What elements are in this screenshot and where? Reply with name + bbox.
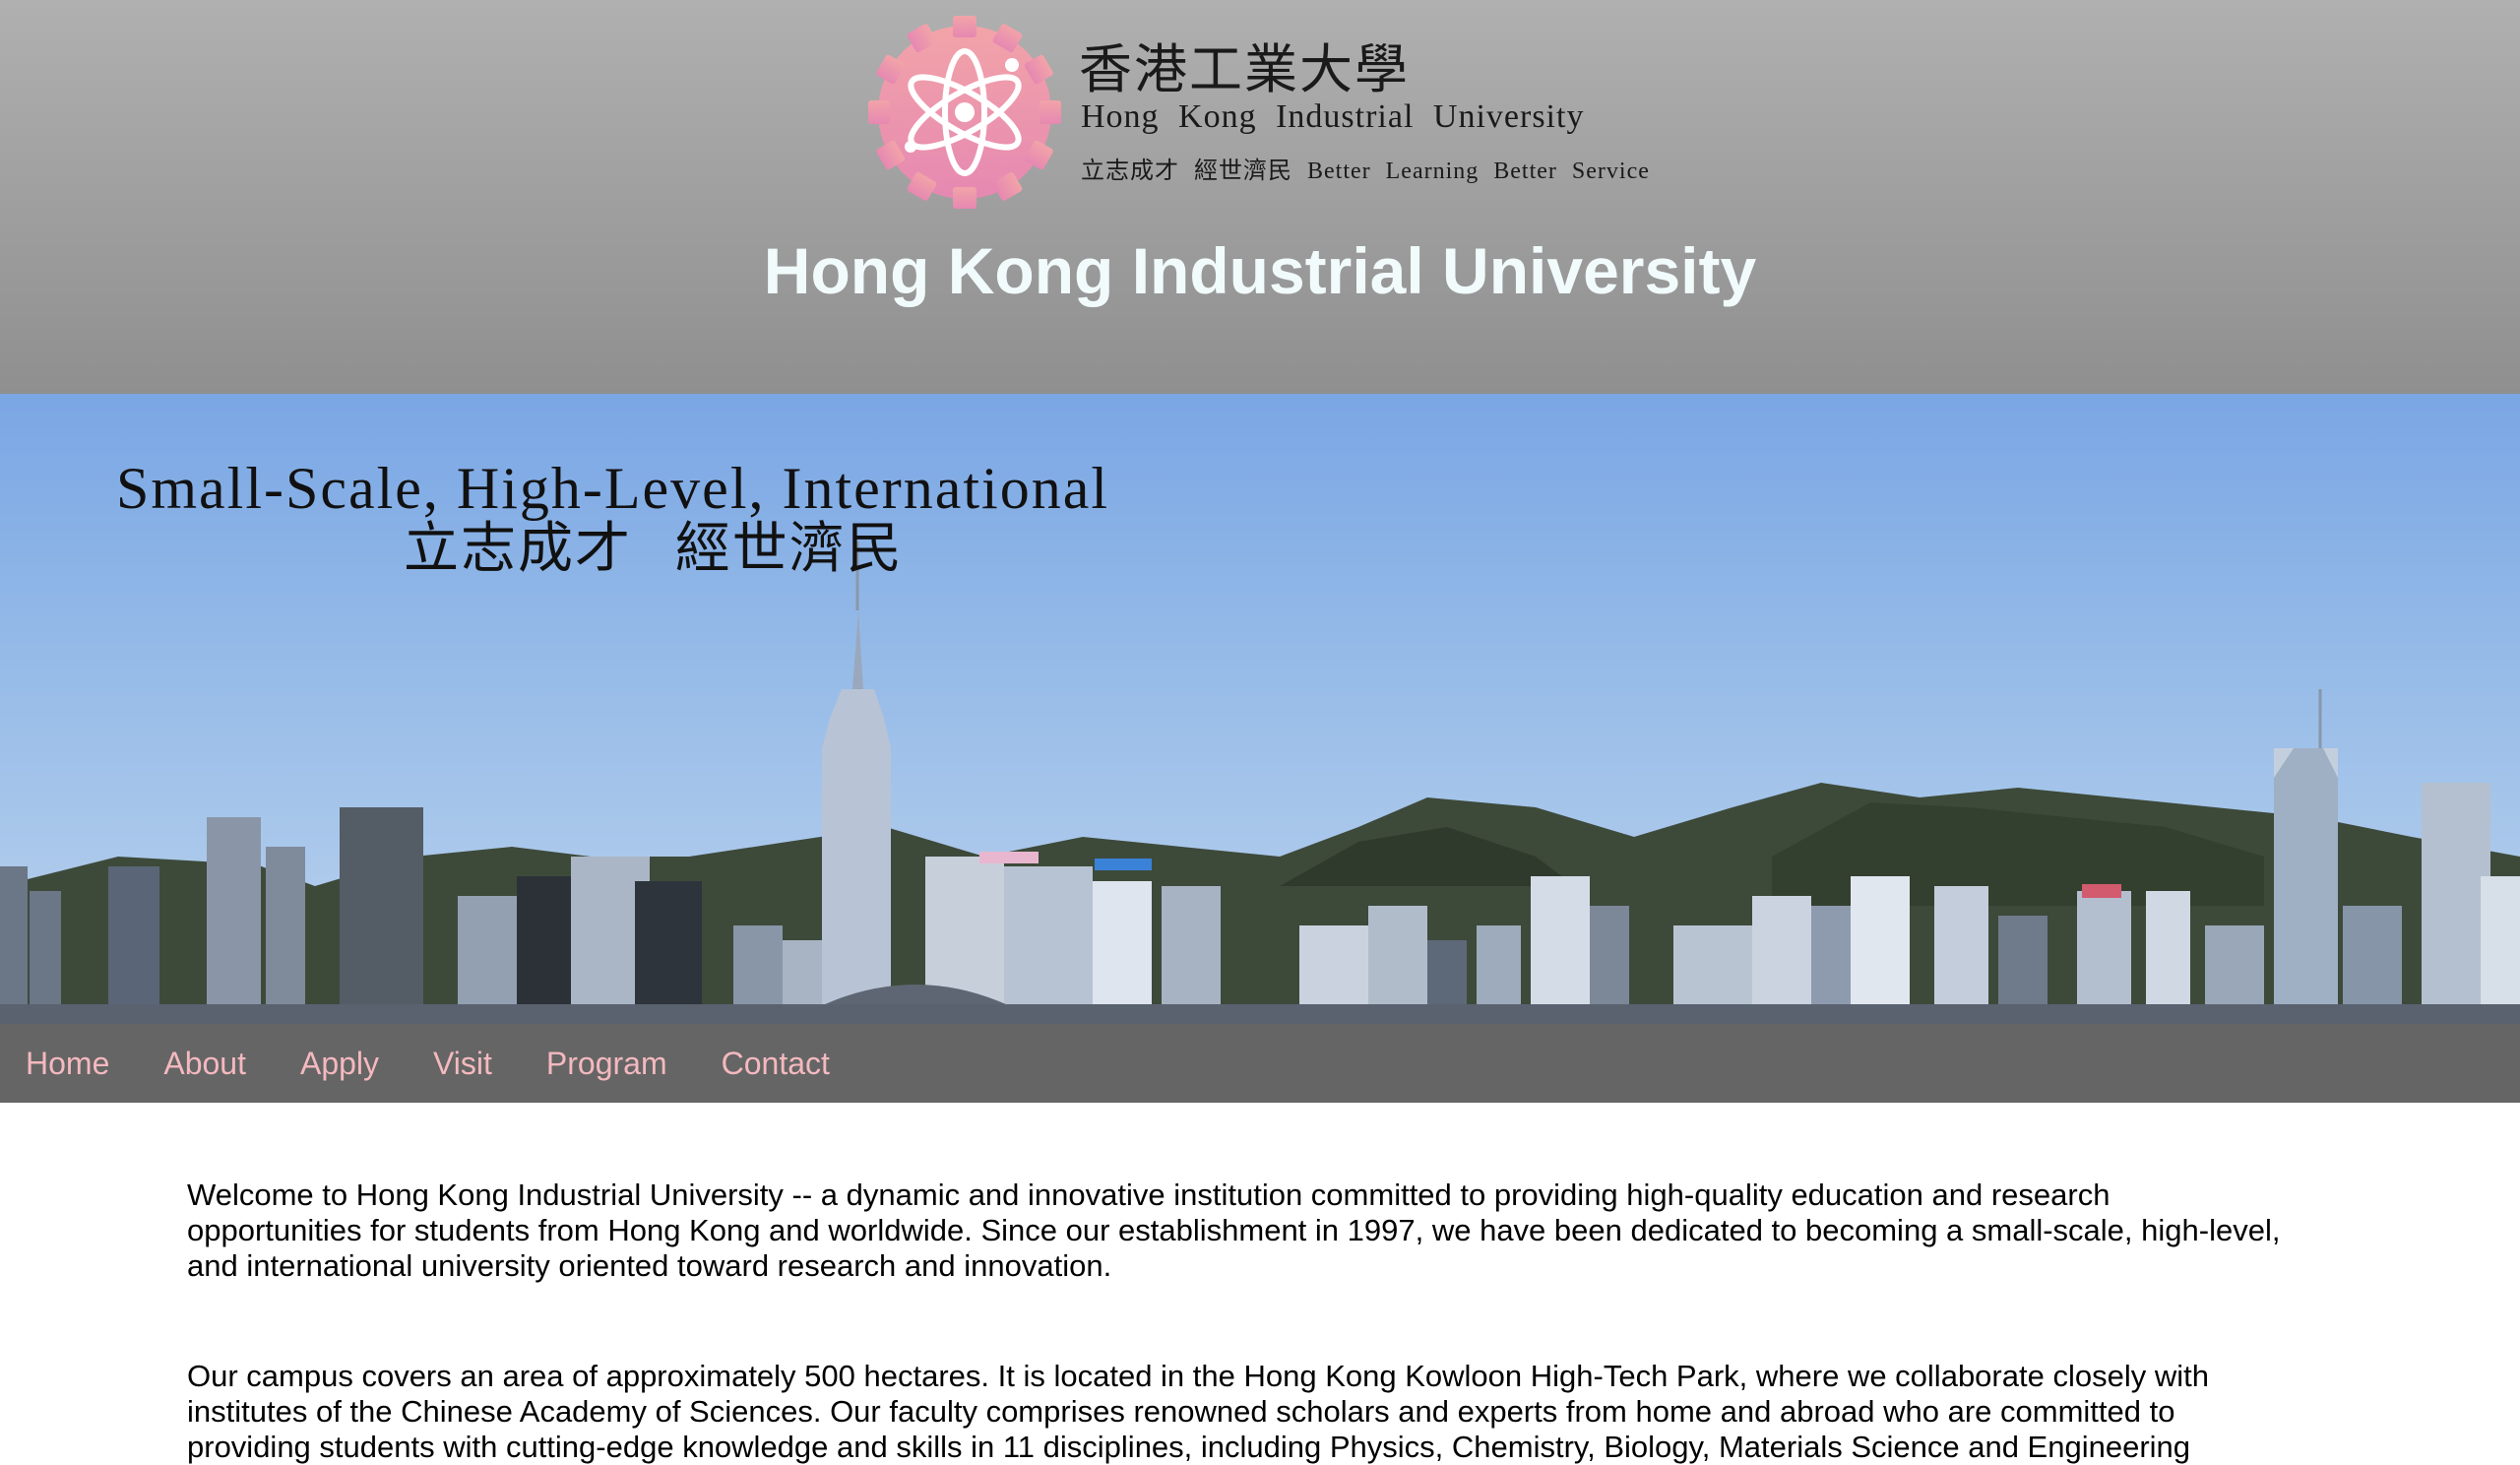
nav-visit-link[interactable]: Visit: [433, 1048, 492, 1079]
main-navigation: Home About Apply Visit Program Contact: [0, 1024, 2520, 1103]
nav-program-link[interactable]: Program: [546, 1048, 667, 1079]
atom-gear-icon: [868, 16, 1061, 209]
campus-paragraph: Our campus covers an area of approximate…: [187, 1359, 2209, 1464]
banner-slogan-english: Small-Scale, High-Level, International: [116, 456, 1110, 521]
main-content: Welcome to Hong Kong Industrial Universi…: [187, 1103, 2284, 1465]
hong-kong-skyline-image: Small-Scale, High-Level, International 立…: [0, 394, 2520, 1024]
welcome-paragraph: Welcome to Hong Kong Industrial Universi…: [187, 1178, 2281, 1283]
nav-about-link[interactable]: About: [163, 1048, 246, 1079]
site-header: 香港工業大學 Hong Kong Industrial University 立…: [0, 0, 2520, 394]
site-title: Hong Kong Industrial University: [763, 234, 1757, 307]
nav-contact-link[interactable]: Contact: [722, 1048, 830, 1079]
logo-chinese-name: 香港工業大學: [1079, 38, 1410, 100]
banner-slogan-chinese: 立志成才 經世濟民: [404, 517, 904, 581]
nav-home-link[interactable]: Home: [26, 1048, 109, 1079]
logo-english-name: Hong Kong Industrial University: [1081, 98, 1585, 135]
university-logo[interactable]: 香港工業大學 Hong Kong Industrial University 立…: [866, 14, 1654, 211]
logo-motto: 立志成才 經世濟民 Better Learning Better Service: [1081, 159, 1650, 184]
nav-apply-link[interactable]: Apply: [300, 1048, 379, 1079]
